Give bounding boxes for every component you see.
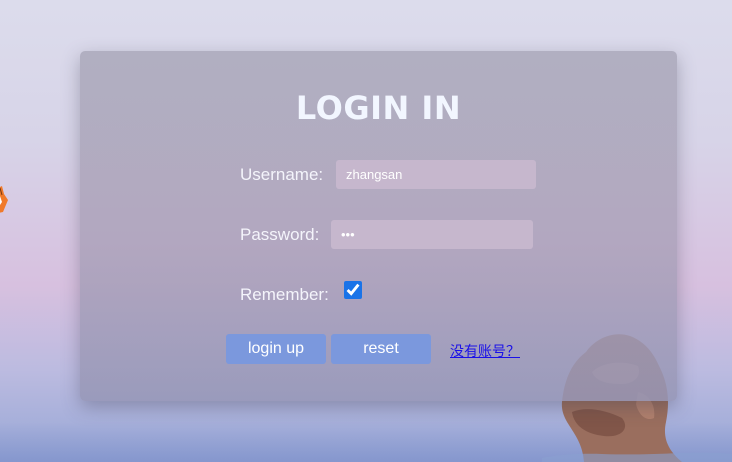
username-label: Username: (240, 165, 324, 184)
page-title: LOGIN IN (295, 89, 462, 127)
username-input[interactable] (336, 160, 536, 189)
login-card: LOGIN IN Username: Password: Remember: l… (80, 51, 677, 401)
remember-label: Remember: (240, 285, 329, 304)
fox-mascot-icon (0, 186, 8, 213)
login-button[interactable]: login up (226, 334, 326, 364)
reset-button[interactable]: reset (331, 334, 431, 364)
register-link[interactable]: 没有账号？ (450, 341, 520, 361)
password-input[interactable] (331, 220, 533, 249)
password-label: Password: (240, 225, 320, 244)
remember-checkbox[interactable] (344, 281, 362, 299)
